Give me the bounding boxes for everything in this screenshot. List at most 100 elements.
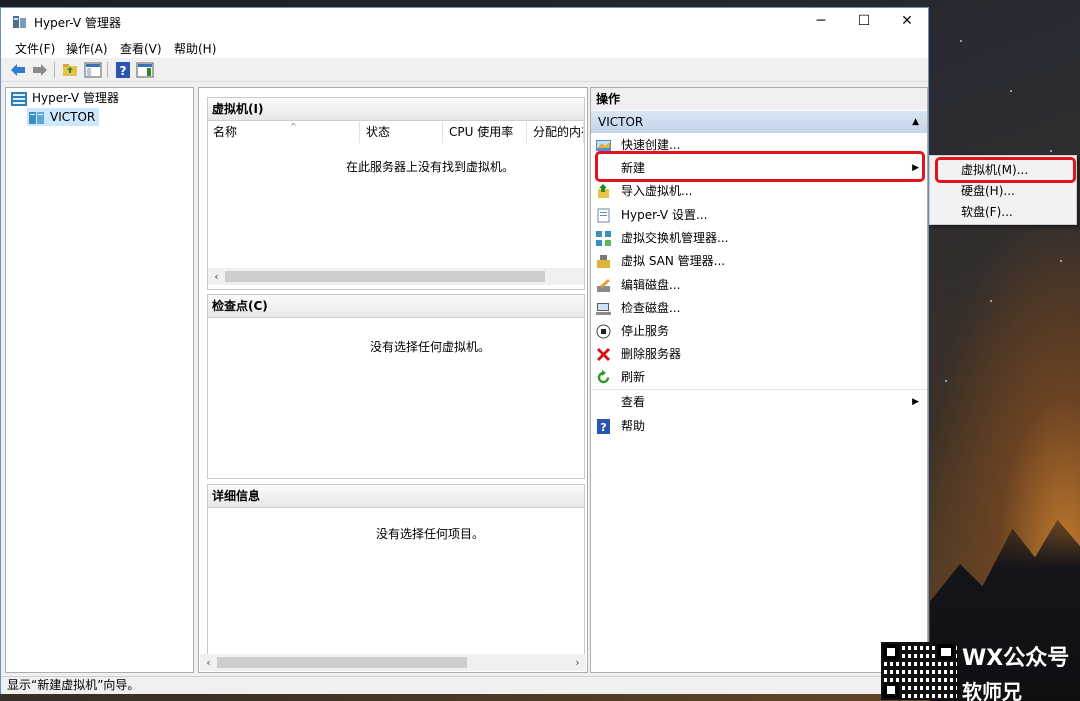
new-action-highlight — [595, 151, 925, 182]
star — [990, 300, 992, 302]
details-pane: 详细信息 没有选择任何项目。 — [207, 484, 585, 656]
settings-icon — [597, 208, 610, 223]
action-virtual-switch-manager[interactable]: 虚拟交换机管理器... — [591, 227, 927, 250]
hyperv-manager-icon — [11, 91, 27, 106]
navigation-tree: Hyper-V 管理器 VICTOR — [5, 87, 194, 673]
column-name[interactable]: 名称 — [208, 122, 360, 143]
action-label: 虚拟 SAN 管理器... — [621, 254, 726, 268]
action-label: 刷新 — [621, 370, 646, 384]
details-empty-message: 没有选择任何项目。 — [375, 527, 484, 541]
action-label: 检查磁盘... — [621, 301, 681, 315]
star — [1050, 150, 1052, 152]
edit-disk-icon — [597, 279, 610, 292]
vm-horizontal-scrollbar[interactable]: ‹ — [208, 268, 584, 285]
scroll-thumb[interactable] — [217, 657, 467, 668]
action-remove-server[interactable]: 删除服务器 — [591, 343, 927, 366]
scroll-left-icon[interactable]: ‹ — [208, 268, 225, 285]
action-edit-disk[interactable]: 编辑磁盘... — [591, 274, 927, 297]
qr-finder — [937, 644, 955, 660]
action-label: Hyper-V 设置... — [621, 208, 708, 222]
refresh-icon — [597, 370, 610, 384]
close-button[interactable]: ✕ — [884, 8, 930, 35]
title-bar[interactable]: Hyper-V 管理器 ─ ☐ ✕ — [1, 8, 928, 35]
switch-icon — [596, 231, 611, 246]
qr-finder — [883, 644, 899, 660]
show-tree-icon[interactable] — [84, 61, 102, 79]
action-import-vm[interactable]: 导入虚拟机... — [591, 180, 927, 203]
help-icon: ? — [597, 419, 610, 434]
action-virtual-san-manager[interactable]: 虚拟 SAN 管理器... — [591, 250, 927, 273]
action-label: 编辑磁盘... — [621, 278, 681, 292]
tree-item-root[interactable]: Hyper-V 管理器 — [11, 89, 119, 107]
show-actions-icon[interactable] — [136, 61, 154, 79]
action-hyperv-settings[interactable]: Hyper-V 设置... — [591, 204, 927, 227]
action-label: 虚拟交换机管理器... — [621, 231, 729, 245]
qr-finder — [883, 682, 899, 698]
scroll-thumb[interactable] — [225, 271, 545, 282]
hyperv-app-icon — [13, 16, 26, 28]
action-help[interactable]: ? 帮助 — [591, 415, 927, 438]
submenu-arrow-icon: ▶ — [912, 397, 919, 407]
stop-icon — [596, 324, 611, 339]
toolbar: ? — [1, 58, 928, 82]
star — [960, 40, 962, 42]
action-label: 导入虚拟机... — [621, 184, 693, 198]
center-horizontal-scrollbar[interactable]: ‹ › — [200, 654, 586, 671]
action-refresh[interactable]: 刷新 — [591, 366, 927, 389]
scroll-right-icon[interactable]: › — [569, 654, 586, 671]
tree-item-victor[interactable]: VICTOR — [27, 108, 100, 126]
actions-divider — [591, 389, 927, 390]
qr-code — [881, 642, 957, 700]
import-icon — [598, 184, 609, 198]
help-icon[interactable]: ? — [114, 61, 132, 79]
server-icon — [29, 111, 44, 124]
action-label: 查看 — [621, 395, 646, 409]
up-folder-icon[interactable] — [61, 61, 79, 79]
window-title: Hyper-V 管理器 — [34, 16, 121, 30]
svg-text:?: ? — [600, 421, 606, 434]
vm-empty-message: 在此服务器上没有找到虚拟机。 — [345, 160, 514, 174]
checkpoint-pane-title: 检查点(C) — [208, 295, 584, 318]
menu-view[interactable]: 查看(V) — [120, 40, 162, 57]
action-label: 删除服务器 — [621, 347, 682, 361]
hyperv-window: Hyper-V 管理器 ─ ☐ ✕ 文件(F) 操作(A) 查看(V) 帮助(H… — [0, 7, 929, 694]
column-state[interactable]: 状态 — [361, 122, 443, 143]
maximize-button[interactable]: ☐ — [841, 8, 887, 35]
virtual-machine-highlight — [935, 157, 1076, 183]
actions-group-victor[interactable]: VICTOR ▲ — [591, 111, 927, 133]
inspect-disk-icon — [596, 303, 611, 315]
svg-text:?: ? — [120, 64, 127, 78]
column-cpu[interactable]: CPU 使用率 — [444, 122, 527, 143]
star — [1010, 90, 1012, 92]
status-bar: 显示“新建虚拟机”向导。 — [1, 676, 928, 694]
minimize-button[interactable]: ─ — [798, 8, 844, 35]
details-pane-title: 详细信息 — [208, 485, 584, 508]
action-inspect-disk[interactable]: 检查磁盘... — [591, 297, 927, 320]
tree-server-label: VICTOR — [50, 110, 96, 124]
column-memory[interactable]: 分配的内存 — [528, 122, 584, 143]
collapse-icon[interactable]: ▲ — [912, 111, 919, 133]
submenu-floppy-disk[interactable]: 软盘(F)... — [930, 201, 1076, 223]
menu-help[interactable]: 帮助(H) — [174, 40, 216, 57]
submenu-hard-disk[interactable]: 硬盘(H)... — [930, 180, 1076, 202]
action-label: 帮助 — [621, 419, 646, 433]
star — [945, 380, 947, 382]
forward-icon[interactable] — [31, 61, 49, 79]
actions-group-label: VICTOR — [598, 115, 644, 129]
action-view[interactable]: 查看 ▶ — [591, 391, 927, 414]
star — [1060, 260, 1062, 262]
menu-bar: 文件(F) 操作(A) 查看(V) 帮助(H) — [1, 35, 928, 58]
tree-root-label: Hyper-V 管理器 — [32, 91, 119, 105]
toolbar-separator — [54, 62, 55, 78]
action-stop-service[interactable]: 停止服务 — [591, 320, 927, 343]
menu-file[interactable]: 文件(F) — [15, 40, 55, 57]
scroll-left-icon[interactable]: ‹ — [200, 654, 217, 671]
actions-title: 操作 — [591, 88, 927, 110]
vm-pane: 虚拟机(I) ^ 名称 状态 CPU 使用率 分配的内存 在此服务器上没有找到虚… — [207, 97, 585, 290]
back-icon[interactable] — [9, 61, 27, 79]
watermark-subtitle: 软师兄 — [962, 680, 1022, 701]
checkpoint-empty-message: 没有选择任何虚拟机。 — [369, 340, 490, 354]
checkpoint-pane: 检查点(C) 没有选择任何虚拟机。 — [207, 294, 585, 479]
menu-action[interactable]: 操作(A) — [66, 40, 108, 57]
delete-icon — [596, 347, 611, 362]
